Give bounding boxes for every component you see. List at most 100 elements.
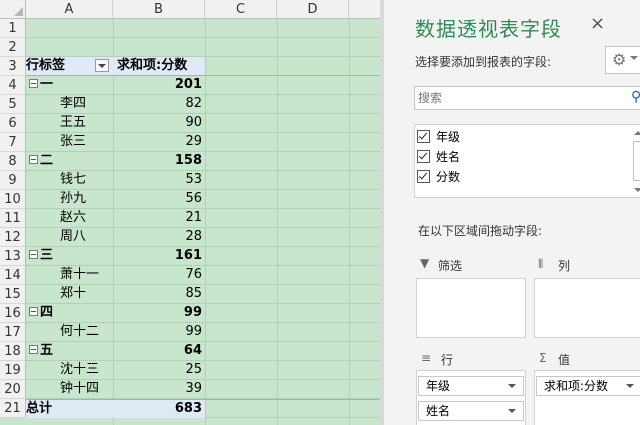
item-value[interactable]: 29	[113, 133, 205, 151]
row-header[interactable]: 6	[0, 114, 26, 133]
group-value[interactable]: 201	[113, 76, 205, 94]
total-value[interactable]: 683	[113, 400, 205, 418]
column-header-b[interactable]: B	[113, 0, 205, 19]
select-all-corner[interactable]	[0, 0, 26, 19]
row-header[interactable]: 17	[0, 323, 26, 342]
row-header[interactable]: 10	[0, 190, 26, 209]
row-header[interactable]: 16	[0, 304, 26, 323]
value-field-sum-score[interactable]: 求和项:分数	[536, 376, 640, 396]
row-header[interactable]: 8	[0, 152, 26, 171]
scroll-thumb[interactable]	[633, 141, 640, 181]
row-header[interactable]: 15	[0, 285, 26, 304]
scroll-up-icon[interactable]	[634, 131, 640, 135]
table-row	[26, 19, 380, 38]
rows-drop-zone[interactable]: 年级 姓名	[416, 370, 526, 425]
item-value[interactable]: 82	[113, 95, 205, 113]
table-row	[26, 38, 380, 57]
group-value[interactable]: 64	[113, 342, 205, 360]
row-header[interactable]: 3	[0, 57, 26, 76]
pane-subtitle: 选择要添加到报表的字段:	[415, 55, 552, 69]
field-list-scrollbar[interactable]	[633, 129, 640, 195]
collapse-icon[interactable]	[29, 250, 38, 259]
search-icon[interactable]: ⚲	[631, 89, 640, 105]
cell-grid[interactable]: 行标签 求和项:分数 一 201 李四 82 王五 90 张三 29 二 158…	[26, 19, 380, 418]
collapse-icon[interactable]	[29, 345, 38, 354]
group-value[interactable]: 158	[113, 152, 205, 170]
row-header[interactable]: 11	[0, 209, 26, 228]
field-item-grade[interactable]: 年级	[417, 128, 460, 147]
pivot-row-label-header[interactable]: 行标签	[26, 57, 113, 75]
pivot-group-row: 五 64	[26, 342, 380, 361]
close-icon[interactable]: ×	[590, 13, 605, 34]
column-header-a[interactable]: A	[26, 0, 113, 19]
total-label[interactable]: 总计	[26, 400, 113, 418]
search-input[interactable]	[418, 89, 618, 107]
funnel-icon: ▼	[420, 256, 430, 270]
columns-drop-zone[interactable]	[534, 278, 640, 338]
row-header[interactable]: 13	[0, 247, 26, 266]
item-value[interactable]: 85	[113, 285, 205, 303]
row-header[interactable]: 4	[0, 76, 26, 95]
group-label: 四	[40, 305, 54, 320]
group-cell[interactable]: 一	[26, 76, 113, 94]
item-value[interactable]: 25	[113, 361, 205, 379]
row-header[interactable]: 12	[0, 228, 26, 247]
field-item-score[interactable]: 分数	[417, 168, 460, 187]
checkbox-checked-icon[interactable]	[417, 150, 430, 163]
row-header[interactable]: 1	[0, 19, 26, 38]
pivot-item-row: 赵六 21	[26, 209, 380, 228]
sigma-icon: Σ	[539, 351, 547, 365]
collapse-icon[interactable]	[29, 79, 38, 88]
pivot-group-row: 三 161	[26, 247, 380, 266]
item-value[interactable]: 76	[113, 266, 205, 284]
checkbox-checked-icon[interactable]	[417, 170, 430, 183]
chevron-down-icon[interactable]	[626, 384, 634, 388]
item-value[interactable]: 99	[113, 323, 205, 341]
group-cell[interactable]: 五	[26, 342, 113, 360]
row-header[interactable]: 2	[0, 38, 26, 57]
filter-dropdown-button[interactable]	[95, 59, 109, 72]
group-cell[interactable]: 二	[26, 152, 113, 170]
scroll-down-icon[interactable]	[634, 188, 640, 192]
row-header[interactable]: 9	[0, 171, 26, 190]
group-cell[interactable]: 三	[26, 247, 113, 265]
item-value[interactable]: 39	[113, 380, 205, 398]
row-field-name[interactable]: 姓名	[418, 401, 524, 421]
item-value[interactable]: 56	[113, 190, 205, 208]
spreadsheet-area[interactable]: A B C D 1 2 3 4 5 6 7 8 9 10 11 12 13 14…	[0, 0, 380, 425]
drag-hint: 在以下区域间拖动字段:	[418, 224, 543, 238]
item-value[interactable]: 53	[113, 171, 205, 189]
row-header[interactable]: 21	[0, 399, 26, 418]
chevron-down-icon[interactable]	[508, 384, 516, 388]
row-header[interactable]: 18	[0, 342, 26, 361]
column-header-c[interactable]: C	[205, 0, 277, 19]
item-value[interactable]: 28	[113, 228, 205, 246]
row-header[interactable]: 19	[0, 361, 26, 380]
row-header[interactable]: 14	[0, 266, 26, 285]
row-field-label: 年级	[426, 379, 451, 393]
pivot-item-row: 王五 90	[26, 114, 380, 133]
values-drop-zone[interactable]: 求和项:分数	[534, 370, 640, 425]
field-item-name[interactable]: 姓名	[417, 148, 460, 167]
column-header-blank	[349, 0, 380, 19]
chevron-down-icon[interactable]	[508, 409, 516, 413]
row-field-label: 姓名	[426, 404, 451, 418]
item-value[interactable]: 90	[113, 114, 205, 132]
row-field-grade[interactable]: 年级	[418, 376, 524, 396]
row-header[interactable]: 5	[0, 95, 26, 114]
group-cell[interactable]: 四	[26, 304, 113, 322]
collapse-icon[interactable]	[29, 307, 38, 316]
group-value[interactable]: 161	[113, 247, 205, 265]
item-value[interactable]: 21	[113, 209, 205, 227]
group-value[interactable]: 99	[113, 304, 205, 322]
pivot-total-row: 总计 683	[26, 399, 380, 418]
filters-drop-zone[interactable]	[416, 278, 526, 338]
checkbox-checked-icon[interactable]	[417, 130, 430, 143]
collapse-icon[interactable]	[29, 155, 38, 164]
row-header[interactable]: 20	[0, 380, 26, 399]
pivot-value-header[interactable]: 求和项:分数	[113, 57, 205, 75]
row-header[interactable]: 7	[0, 133, 26, 152]
zone-label-values: 值	[558, 353, 571, 367]
column-header-d[interactable]: D	[277, 0, 349, 19]
settings-button[interactable]: ⚙	[605, 46, 640, 74]
